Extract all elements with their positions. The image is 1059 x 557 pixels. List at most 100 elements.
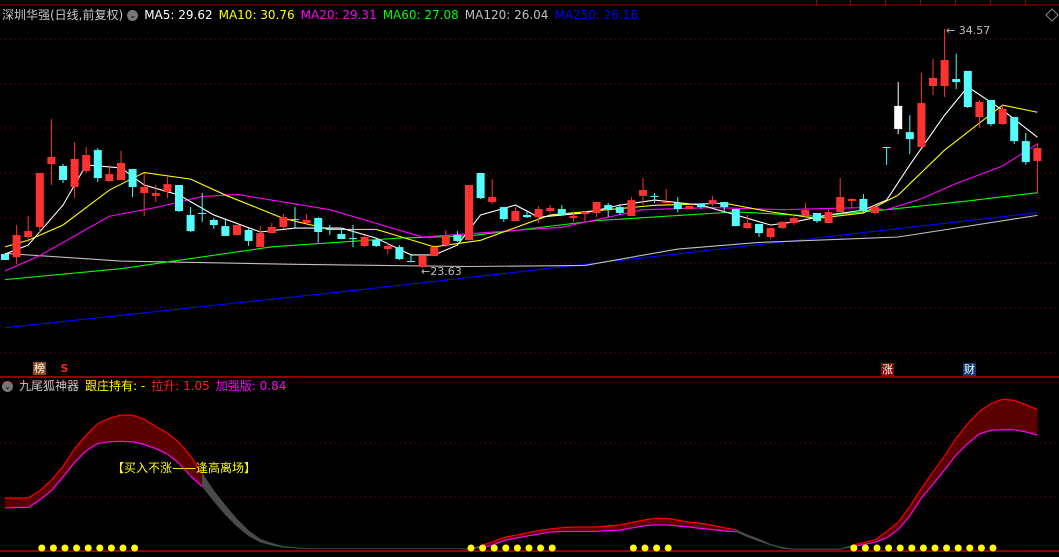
candle: [1, 254, 9, 260]
band-upper-line: [561, 526, 574, 529]
candle-body: [407, 261, 415, 263]
band-lower-line: [596, 530, 609, 533]
candle-body: [59, 165, 67, 180]
signal-dot: [131, 544, 139, 552]
candle-body: [337, 233, 346, 239]
candle-body: [47, 157, 56, 165]
diamond-icon[interactable]: [1045, 8, 1059, 22]
candle: [511, 207, 520, 222]
candle: [1021, 133, 1030, 165]
signal-dot: [966, 544, 974, 552]
candle-body: [279, 217, 288, 227]
candle: [35, 172, 44, 234]
band-segment: [770, 543, 783, 549]
band-segment: [16, 497, 29, 508]
signal-dot: [653, 544, 661, 552]
ma60-line: [4, 192, 1038, 281]
band-segment: [990, 398, 1003, 431]
candle-body: [163, 184, 172, 193]
candlesticks: [1, 29, 1042, 269]
band-segment: [1013, 400, 1027, 433]
ma10-line: [4, 104, 1038, 248]
candle-body: [395, 247, 404, 260]
candle: [325, 224, 334, 236]
chevron-down-icon[interactable]: ⌄: [2, 381, 13, 392]
band-segment: [74, 434, 87, 463]
band-lower-line: [550, 530, 562, 533]
band-segment: [213, 489, 226, 516]
signal-dot: [919, 544, 927, 552]
candle: [395, 245, 404, 260]
signal-dot: [548, 544, 556, 552]
ma120-label: MA120: 26.04: [464, 8, 549, 22]
band-segment: [816, 548, 829, 550]
band-segment: [573, 526, 586, 532]
signal-dot: [873, 544, 881, 552]
candle-body: [12, 235, 21, 258]
signal-dot: [861, 544, 869, 552]
arrow-icon: ←: [421, 265, 431, 278]
band-segment: [805, 548, 818, 550]
marker-zhang[interactable]: 涨: [881, 363, 894, 376]
candle-body: [314, 218, 323, 232]
candle-body: [789, 218, 798, 224]
enhanced-value: 加强版: 0.84: [215, 379, 287, 393]
band-segment: [132, 414, 145, 445]
marker-s[interactable]: S: [58, 362, 71, 375]
band-lower-line: [724, 530, 736, 533]
candle: [940, 29, 949, 97]
candle-body: [813, 212, 821, 222]
band-segment: [120, 414, 133, 443]
candle-body: [871, 207, 879, 213]
candle-body: [105, 174, 114, 182]
candle: [708, 195, 717, 206]
candle: [824, 209, 833, 224]
candle: [963, 70, 972, 109]
candle-body: [569, 216, 578, 219]
candle: [256, 226, 265, 248]
candle: [592, 202, 601, 218]
candle: [905, 115, 914, 154]
candle-body: [233, 224, 241, 236]
high-price-label: ← 34.57: [946, 24, 990, 37]
candle: [314, 217, 323, 243]
candle-body: [140, 186, 149, 194]
candle: [360, 235, 369, 248]
candle: [975, 100, 984, 128]
candle: [476, 172, 485, 199]
candle-body: [592, 202, 601, 213]
band-segment: [143, 418, 157, 450]
candle-body: [209, 219, 218, 225]
ma20-line: [4, 143, 1038, 272]
candle: [279, 214, 288, 229]
candle: [581, 211, 589, 222]
candle-body: [24, 231, 33, 238]
candle-body: [604, 205, 613, 210]
candle: [685, 205, 694, 210]
chevron-down-icon[interactable]: ⌄: [127, 10, 139, 21]
signal-dot: [943, 544, 951, 552]
signal-dot: [467, 544, 475, 552]
top-cell-divider: [816, 0, 817, 5]
candle: [59, 164, 67, 184]
candle-body: [128, 169, 137, 187]
candle-body: [824, 212, 833, 224]
band-segment: [909, 487, 922, 517]
candle: [801, 202, 810, 218]
candle: [441, 230, 450, 248]
signal-dot: [479, 544, 487, 552]
candle: [209, 218, 218, 229]
candle-body: [929, 77, 937, 87]
candle: [650, 193, 659, 203]
candle-body: [894, 105, 903, 130]
marker-bang[interactable]: 榜: [33, 362, 46, 375]
candle-body: [673, 202, 682, 210]
top-cell-divider: [1025, 0, 1026, 5]
marker-cai[interactable]: 财: [963, 363, 976, 376]
signal-dot: [954, 544, 962, 552]
candle-body: [151, 193, 160, 196]
band-segment: [259, 538, 273, 546]
candle: [93, 148, 102, 182]
candle-body: [256, 233, 265, 248]
signal-dot: [38, 544, 46, 552]
